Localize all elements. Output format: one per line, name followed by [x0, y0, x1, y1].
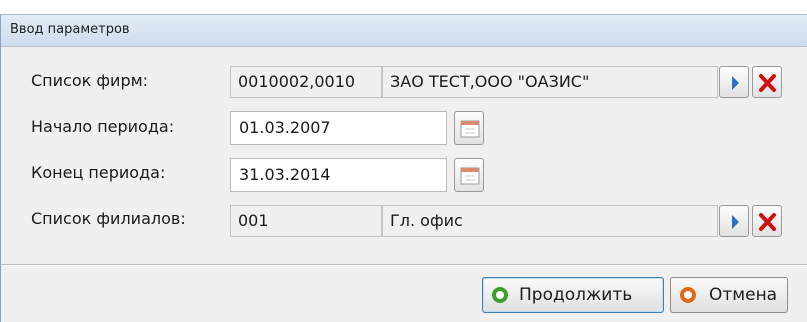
play-arrow-icon: [732, 215, 739, 229]
firms-clear-button[interactable]: [752, 66, 782, 98]
checkmark-circle-icon: [492, 287, 508, 303]
branches-clear-button[interactable]: [752, 205, 782, 237]
background-window-strip: [0, 0, 807, 14]
branches-name-field: Гл. офис: [382, 205, 718, 237]
period-end-label: Конец периода:: [31, 163, 166, 182]
branches-label: Список филиалов:: [31, 209, 186, 228]
cancel-button-label: Отмена: [709, 285, 778, 305]
button-separator: [1, 264, 807, 266]
period-end-calendar-button[interactable]: [454, 158, 484, 192]
cancel-button[interactable]: Отмена: [670, 277, 788, 313]
branches-select-button[interactable]: [719, 205, 749, 237]
branches-code-field: 001: [230, 205, 382, 237]
clear-x-icon: [759, 213, 776, 231]
clear-x-icon: [759, 74, 776, 92]
firms-label: Список фирм:: [31, 71, 149, 90]
continue-button[interactable]: Продолжить: [482, 277, 664, 313]
cancel-circle-icon: [680, 287, 696, 303]
dialog-title: Ввод параметров: [10, 22, 130, 37]
firms-codes-field: 0010002,0010: [230, 66, 382, 98]
period-start-label: Начало периода:: [31, 117, 175, 136]
firms-names-field: ЗАО ТЕСТ,ООО "ОАЗИС": [382, 66, 718, 98]
firms-select-button[interactable]: [719, 66, 749, 98]
period-end-input[interactable]: 31.03.2014: [230, 158, 447, 192]
continue-button-label: Продолжить: [519, 285, 633, 305]
parameters-dialog: Ввод параметров Список фирм: 0010002,001…: [0, 14, 807, 322]
dialog-titlebar[interactable]: Ввод параметров: [1, 14, 807, 47]
period-start-input[interactable]: 01.03.2007: [230, 111, 447, 145]
calendar-icon: [460, 167, 480, 185]
period-start-calendar-button[interactable]: [454, 111, 484, 145]
calendar-icon: [460, 120, 480, 138]
play-arrow-icon: [732, 76, 739, 90]
